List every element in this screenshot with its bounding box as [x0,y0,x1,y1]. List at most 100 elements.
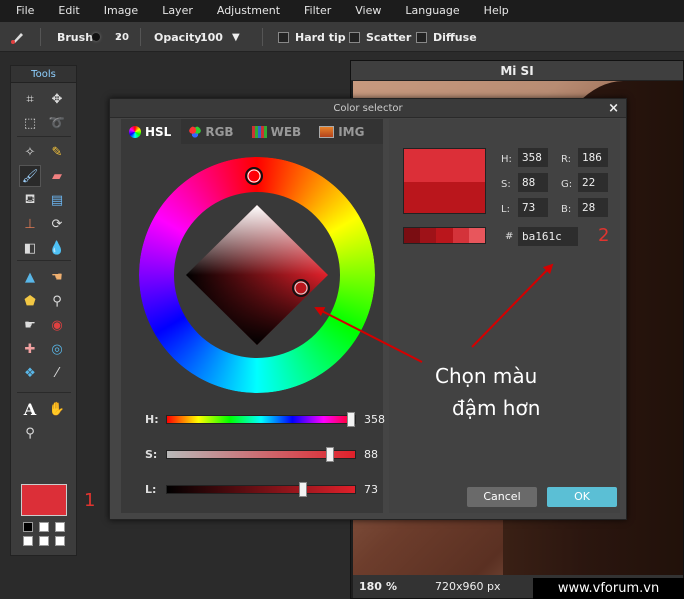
clone-stamp-icon[interactable]: ⊥ [19,213,41,235]
zoom-icon[interactable]: ⚲ [19,422,41,444]
lightness-slider[interactable] [166,482,356,497]
old-color-swatch[interactable] [404,182,485,213]
magic-wand-icon[interactable]: ✧ [19,141,41,163]
hue-slider-thumb[interactable] [346,412,355,427]
shade-swatch[interactable] [436,228,453,243]
image-dimensions: 720x960 px [435,580,501,593]
g-field[interactable]: 22 [578,173,608,192]
marquee-icon[interactable]: ⬚ [19,112,41,134]
cancel-button[interactable]: Cancel [467,487,537,507]
hex-label: # [505,231,514,242]
diffuse-checkbox[interactable] [416,31,427,43]
hard-tip-checkbox[interactable] [278,31,289,43]
spot-heal-icon[interactable]: ✚ [19,338,41,360]
smudge-icon[interactable]: ☚ [46,266,68,288]
watermark: www.vforum.vn [533,578,684,599]
color-selector-dialog: Color selector × HSL RGB WEB IMG H: 358 … [109,98,627,520]
diffuse-option[interactable]: Diffuse [416,22,477,52]
mini-swatch-white-2[interactable] [55,522,65,532]
lasso-icon[interactable]: ➰ [46,112,68,134]
shade-swatch[interactable] [404,228,421,243]
shade-swatch[interactable] [452,228,469,243]
default-colors-icon[interactable] [23,522,33,532]
foreground-color-swatch[interactable] [21,484,67,516]
move-icon[interactable]: ✥ [46,88,68,110]
bloat-icon[interactable]: ◎ [46,338,68,360]
shade-swatch[interactable] [420,228,437,243]
zoom-value[interactable]: 180 [359,580,382,593]
crop-icon[interactable]: ⌗ [19,88,41,110]
r-field[interactable]: 186 [578,148,608,167]
b-field[interactable]: 28 [578,198,608,217]
draw-shape-icon[interactable]: ◧ [19,237,41,259]
g-field-label: G: [561,179,573,190]
burn-icon[interactable]: ☛ [19,314,41,336]
mini-swatch-white-3[interactable] [23,536,33,546]
menu-view[interactable]: View [343,0,393,22]
menu-edit[interactable]: Edit [46,0,91,22]
hex-field[interactable]: ba161c [518,227,578,246]
sponge-icon[interactable]: ⬟ [19,290,41,312]
gradient-icon[interactable]: ▤ [46,189,68,211]
annotation-marker-2: 2 [598,225,610,246]
opacity-dropdown-icon[interactable]: ▼ [232,22,240,52]
s-field[interactable]: 88 [518,173,548,192]
menu-file[interactable]: File [0,0,46,22]
drop-icon[interactable]: 💧 [46,237,68,259]
brush-icon[interactable]: 🖌 [19,165,41,187]
mini-swatch-white-4[interactable] [39,536,49,546]
hand-icon[interactable]: ✋ [46,398,68,420]
hue-slider[interactable] [166,412,356,427]
mini-swatch-white-1[interactable] [39,522,49,532]
scatter-checkbox[interactable] [349,31,360,43]
menu-help[interactable]: Help [472,0,521,22]
menu-filter[interactable]: Filter [292,0,343,22]
scatter-option[interactable]: Scatter [349,22,411,52]
type-icon[interactable]: A [19,398,41,420]
shade-swatch[interactable] [468,228,486,243]
annotation-text-line1: Chọn màu [435,364,538,388]
menu-language[interactable]: Language [393,0,471,22]
new-color-swatch [404,149,485,182]
brush-size-stepper-icon[interactable]: ▾ [117,31,121,43]
l-field[interactable]: 73 [518,198,548,217]
tools-panel: Tools ⌗ ✥ ⬚ ➰ ✧ ✎ 🖌 ▰ ⛾ ▤ ⊥ ⟳ ◧ 💧 ▲ ☚ ⬟ ⚲ ☛ ◉ ✚ ◎ ❖ ⁄ A ✋ ⚲ [10,65,77,556]
lightness-slider-label: L: [145,483,157,496]
color-replace-icon[interactable]: ⟳ [46,213,68,235]
hard-tip-option[interactable]: Hard tip [278,22,346,52]
saturation-slider-thumb[interactable] [326,447,335,462]
menu-layer[interactable]: Layer [150,0,205,22]
color-preview-swatch [403,148,486,214]
color-picker-pane: HSL RGB WEB IMG H: 358 S: 88 L: 73 [121,119,385,513]
sharpen-icon[interactable]: ▲ [19,266,41,288]
menu-adjustment[interactable]: Adjustment [205,0,292,22]
annotation-text-line2: đậm hơn [452,396,541,420]
dodge-icon[interactable]: ⚲ [46,290,68,312]
pencil-icon[interactable]: ✎ [46,141,68,163]
color-picker-icon[interactable]: ⁄ [46,362,68,384]
saturation-slider[interactable] [166,447,356,462]
image-window-title[interactable]: Mi SI [351,61,683,81]
color-values-pane: H: 358 S: 88 L: 73 R: 186 G: 22 B: 28 # … [389,119,620,513]
zoom-unit: % [385,580,397,593]
mini-swatch-white-5[interactable] [55,536,65,546]
red-eye-icon[interactable]: ◉ [46,314,68,336]
pinch-icon[interactable]: ❖ [19,362,41,384]
lightness-slider-thumb[interactable] [298,482,307,497]
tools-title: Tools [11,66,76,83]
close-icon[interactable]: × [608,101,619,116]
brush-dot-icon[interactable] [92,22,100,52]
opacity-label: Opacity: [154,30,206,44]
options-bar: Brush: 20 ▾ Opacity: 100 ▼ Hard tip Scat… [0,22,684,52]
ok-button[interactable]: OK [547,487,617,507]
opacity-value[interactable]: 100 [200,22,223,52]
h-field[interactable]: 358 [518,148,548,167]
menu-image[interactable]: Image [92,0,150,22]
eraser-icon[interactable]: ▰ [46,165,68,187]
s-field-label: S: [501,179,511,190]
diffuse-label: Diffuse [433,30,477,44]
l-field-label: L: [501,204,510,215]
tool-divider [17,260,71,261]
bucket-icon[interactable]: ⛾ [19,189,41,211]
menu-bar: File Edit Image Layer Adjustment Filter … [0,0,684,22]
